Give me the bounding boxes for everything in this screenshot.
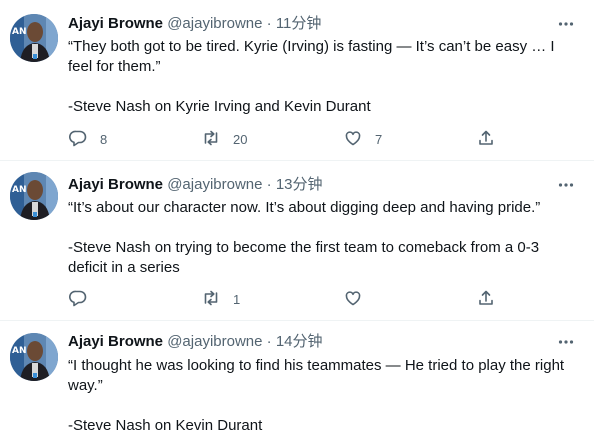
tweet-text: “It’s about our character now. It’s abou… bbox=[68, 198, 568, 278]
author-name[interactable]: Ajayi Browne bbox=[68, 333, 163, 350]
share-button[interactable] bbox=[476, 129, 496, 149]
tweet-line: “I thought he was looking to find his te… bbox=[68, 357, 565, 374]
avatar[interactable] bbox=[10, 172, 58, 220]
tweet-line: “They both got to be tired. Kyrie (Irvin… bbox=[68, 38, 555, 55]
tweet[interactable]: Ajayi Browne @ajayibrowne · 11分钟 “They b… bbox=[0, 0, 594, 161]
like-icon bbox=[343, 128, 363, 151]
more-icon[interactable] bbox=[556, 332, 576, 352]
like-button[interactable] bbox=[343, 289, 375, 309]
reply-icon bbox=[68, 128, 88, 151]
like-count: 7 bbox=[375, 131, 383, 147]
reply-button[interactable] bbox=[68, 289, 100, 309]
separator: · bbox=[266, 176, 272, 193]
author-handle[interactable]: @ajayibrowne bbox=[167, 176, 262, 193]
tweet-actions: 1 bbox=[68, 289, 498, 309]
tweet-line: -Steve Nash on Kyrie Irving and Kevin Du… bbox=[68, 98, 371, 115]
timestamp[interactable]: 14分钟 bbox=[276, 333, 323, 350]
reply-count: 8 bbox=[100, 131, 108, 147]
like-icon bbox=[343, 288, 363, 311]
tweet[interactable]: Ajayi Browne @ajayibrowne · 14分钟 “I thou… bbox=[0, 321, 594, 445]
share-icon bbox=[476, 288, 496, 311]
reply-button[interactable]: 8 bbox=[68, 129, 107, 149]
tweet-actions: 8 20 7 bbox=[68, 129, 498, 149]
like-button[interactable]: 7 bbox=[343, 129, 382, 149]
retweet-button[interactable]: 20 bbox=[201, 129, 247, 149]
author-name[interactable]: Ajayi Browne bbox=[68, 15, 163, 32]
tweet[interactable]: Ajayi Browne @ajayibrowne · 13分钟 “It’s a… bbox=[0, 161, 594, 321]
tweet-line-blank bbox=[68, 396, 568, 416]
tweet-text: “I thought he was looking to find his te… bbox=[68, 356, 568, 436]
retweet-count: 1 bbox=[233, 291, 241, 307]
tweet-line: -Steve Nash on trying to become the firs… bbox=[68, 239, 540, 256]
tweet-text: “They both got to be tired. Kyrie (Irvin… bbox=[68, 37, 568, 117]
author-handle[interactable]: @ajayibrowne bbox=[167, 333, 262, 350]
more-icon[interactable] bbox=[556, 14, 576, 34]
tweet-line: -Steve Nash on Kevin Durant bbox=[68, 417, 263, 434]
share-icon bbox=[476, 128, 496, 151]
tweet-line: deficit in a series bbox=[68, 259, 180, 276]
tweet-header: Ajayi Browne @ajayibrowne · 14分钟 bbox=[68, 332, 323, 352]
tweet-line: way.” bbox=[68, 377, 103, 394]
tweet-header: Ajayi Browne @ajayibrowne · 13分钟 bbox=[68, 175, 323, 195]
author-handle[interactable]: @ajayibrowne bbox=[167, 15, 262, 32]
tweet-line: feel for them.” bbox=[68, 58, 161, 75]
retweet-count: 20 bbox=[233, 131, 248, 147]
retweet-button[interactable]: 1 bbox=[201, 289, 240, 309]
tweet-line: “It’s about our character now. It’s abou… bbox=[68, 199, 541, 216]
tweet-line-blank bbox=[68, 77, 568, 97]
retweet-icon bbox=[201, 128, 221, 151]
retweet-icon bbox=[201, 288, 221, 311]
separator: · bbox=[266, 333, 272, 350]
tweet-line-blank bbox=[68, 218, 568, 238]
share-button[interactable] bbox=[476, 289, 496, 309]
timestamp[interactable]: 13分钟 bbox=[276, 176, 323, 193]
tweet-header: Ajayi Browne @ajayibrowne · 11分钟 bbox=[68, 14, 321, 34]
avatar[interactable] bbox=[10, 333, 58, 381]
more-icon[interactable] bbox=[556, 175, 576, 195]
avatar[interactable] bbox=[10, 14, 58, 62]
reply-icon bbox=[68, 288, 88, 311]
author-name[interactable]: Ajayi Browne bbox=[68, 176, 163, 193]
separator: · bbox=[266, 15, 272, 32]
timestamp[interactable]: 11分钟 bbox=[276, 15, 322, 32]
